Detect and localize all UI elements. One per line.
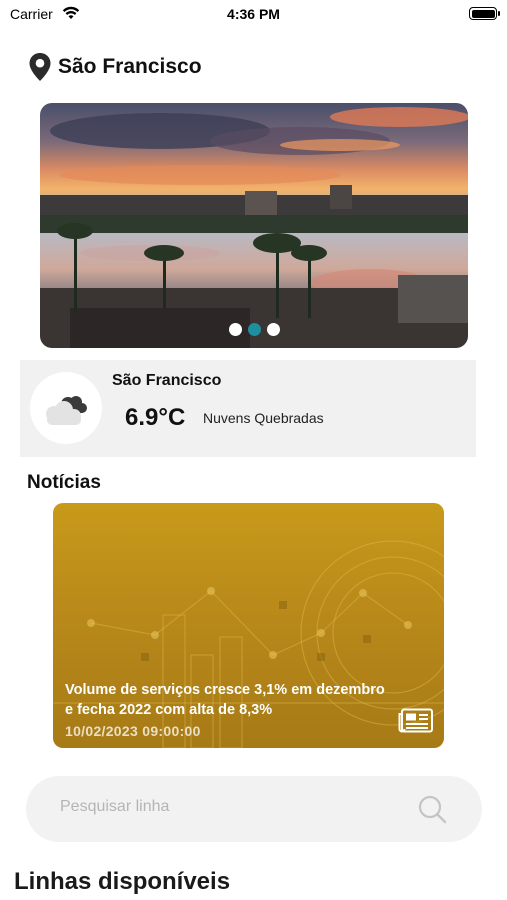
news-card[interactable]: Volume de serviços cresce 3,1% em dezemb…	[53, 503, 444, 748]
city-sunset-photo	[40, 103, 468, 348]
carousel-page-indicator[interactable]	[40, 323, 468, 336]
search-bar[interactable]	[26, 776, 482, 842]
status-bar: Carrier 4:36 PM	[0, 0, 507, 30]
newspaper-icon	[398, 708, 433, 733]
weather-city: São Francisco	[112, 372, 222, 389]
city-photo-carousel[interactable]	[40, 103, 468, 348]
news-title: Volume de serviços cresce 3,1% em dezemb…	[65, 682, 385, 718]
broken-clouds-icon	[46, 396, 87, 425]
location-title: São Francisco	[58, 55, 202, 78]
weather-description: Nuvens Quebradas	[203, 410, 324, 426]
weather-temperature: 6.9°C	[125, 404, 186, 431]
weather-card: São Francisco 6.9°C Nuvens Quebradas	[20, 360, 476, 457]
weather-icon-container	[30, 372, 102, 444]
available-lines-heading: Linhas disponíveis	[14, 868, 231, 895]
location-header[interactable]: São Francisco	[28, 52, 202, 82]
search-icon[interactable]	[416, 793, 448, 825]
search-line-input[interactable]	[60, 798, 400, 816]
news-heading: Notícias	[27, 472, 101, 493]
status-time: 4:36 PM	[227, 6, 280, 22]
carousel-dot[interactable]	[228, 323, 242, 336]
news-date: 10/02/2023 09:00:00	[65, 723, 201, 739]
carousel-dot[interactable]	[266, 323, 280, 336]
location-pin-icon	[29, 53, 51, 81]
carousel-dot-active[interactable]	[247, 323, 261, 336]
battery-icon	[469, 7, 500, 20]
